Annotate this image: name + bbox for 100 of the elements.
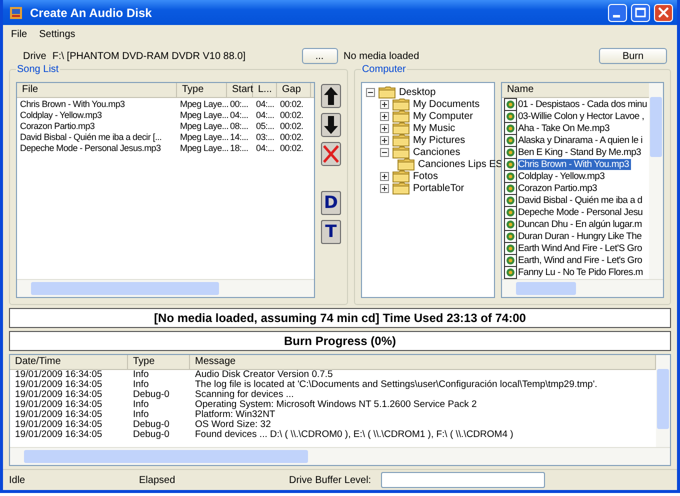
column-header[interactable]: Type — [128, 355, 190, 369]
column-header[interactable]: Type — [177, 83, 227, 97]
file-item[interactable]: Coldplay - Yellow.mp3 — [502, 170, 649, 182]
media-file-icon — [504, 254, 517, 266]
column-header[interactable]: Gap — [277, 83, 311, 97]
table-cell-text: Info — [132, 410, 149, 420]
column-header[interactable]: Name — [502, 83, 649, 98]
media-file-icon — [504, 230, 517, 242]
media-file-icon — [504, 182, 517, 194]
burn-button[interactable]: Burn — [599, 48, 667, 64]
expand-icon[interactable] — [380, 124, 389, 132]
app-icon — [9, 6, 23, 20]
column-header[interactable]: Date/Time — [10, 355, 128, 369]
delete-icon[interactable] — [320, 142, 341, 166]
up-arrow-icon[interactable] — [320, 84, 341, 108]
expand-icon[interactable] — [380, 112, 389, 120]
file-item[interactable]: 03-Willie Colon y Hector Lavoe , — [502, 110, 649, 122]
collapse-icon[interactable] — [366, 88, 375, 96]
folder-icon — [392, 181, 410, 195]
folder-icon — [392, 133, 410, 147]
table-cell-text: 18:... — [229, 143, 248, 154]
file-item[interactable]: 01 - Despistaos - Cada dos minu — [502, 98, 649, 110]
tree-item[interactable]: My Documents — [412, 98, 480, 110]
table-cell-text: 04:... — [255, 110, 274, 121]
file-item[interactable]: Earth Wind And Fire - Let'S Gro — [502, 242, 649, 254]
menu-item[interactable]: File — [7, 27, 32, 42]
group-title: Song List — [16, 64, 60, 75]
tree-item[interactable]: My Computer — [412, 110, 473, 122]
file-item[interactable]: Duran Duran - Hungry Like The — [502, 230, 649, 242]
table-cell-text: 04:... — [229, 110, 248, 121]
table-cell-text: Scanning for devices ... — [194, 390, 294, 400]
column-header[interactable]: File — [17, 83, 177, 97]
file-item[interactable]: Ben E King - Stand By Me.mp3 — [502, 146, 649, 158]
table-cell-text: Mpeg Laye... — [179, 99, 228, 110]
expand-icon[interactable] — [380, 184, 389, 192]
close-icon[interactable] — [654, 4, 673, 22]
table-cell-text: 19/01/2009 16:34:05 — [14, 370, 102, 380]
table-cell-text: Info — [132, 380, 149, 390]
table-cell-text: Info — [132, 400, 149, 410]
file-item[interactable]: Aha - Take On Me.mp3 — [502, 122, 649, 134]
tree-item[interactable]: Desktop — [398, 86, 436, 98]
file-item[interactable]: Depeche Mode - Personal Jesu — [502, 206, 649, 218]
file-item[interactable]: Alaska y Dinarama - A quien le i — [502, 134, 649, 146]
horizontal-scrollbar[interactable] — [10, 447, 670, 465]
table-cell-text: Info — [132, 370, 149, 380]
letter-button[interactable]: D — [320, 191, 341, 215]
folder-icon — [396, 157, 415, 171]
table-cell-text: 00:02. — [279, 99, 304, 110]
table-cell-text: 19/01/2009 16:34:05 — [14, 420, 102, 430]
file-item[interactable]: Fanny Lu - No Te Pido Flores.m — [502, 266, 649, 278]
table-cell-text: Depeche Mode - Personal Jesus.mp3 — [19, 143, 161, 154]
letter-button[interactable]: T — [320, 220, 341, 244]
minimize-icon[interactable] — [608, 4, 627, 22]
table-cell-text: 19/01/2009 16:34:05 — [14, 430, 102, 440]
tree-item[interactable]: My Pictures — [412, 134, 466, 146]
expand-icon[interactable] — [380, 100, 389, 108]
tree-item[interactable]: Canciones — [412, 146, 460, 158]
media-file-icon — [504, 122, 517, 134]
expand-icon[interactable] — [380, 136, 389, 144]
file-item[interactable]: Corazon Partio.mp3 — [502, 182, 649, 194]
status-text: Idle — [9, 474, 26, 486]
down-arrow-icon[interactable] — [320, 113, 341, 137]
file-item[interactable]: David Bisbal - Quién me iba a d — [502, 194, 649, 206]
horizontal-scrollbar[interactable] — [17, 279, 314, 297]
file-item[interactable]: Duncan Dhu - En algún lugar.m — [502, 218, 649, 230]
folder-icon — [378, 85, 396, 99]
table-cell-text: 04:... — [255, 143, 274, 154]
table-cell-text: 19/01/2009 16:34:05 — [14, 380, 102, 390]
maximize-icon[interactable] — [631, 4, 650, 22]
vertical-scrollbar[interactable] — [649, 83, 663, 279]
drive-name: F:\ [PHANTOM DVD-RAM DVDR V10 88.0] — [52, 50, 246, 62]
menu-item[interactable]: Settings — [35, 27, 80, 42]
table-cell-text: Mpeg Laye... — [179, 110, 228, 121]
media-file-icon — [504, 206, 517, 218]
folder-icon — [392, 145, 410, 159]
expand-icon[interactable] — [380, 172, 389, 180]
file-item[interactable]: Earth, Wind and Fire - Let's Gro — [502, 254, 649, 266]
table-cell-text: 00:... — [229, 99, 248, 110]
group-title: Computer — [360, 64, 407, 75]
table-cell-text: 05:... — [255, 121, 274, 132]
table-cell-text: David Bisbal - Quién me iba a decir [... — [19, 132, 162, 143]
column-header[interactable]: Start — [227, 83, 253, 97]
media-file-icon — [504, 266, 517, 278]
column-header[interactable]: L... — [253, 83, 277, 97]
horizontal-scrollbar[interactable] — [502, 279, 663, 297]
vertical-scrollbar[interactable] — [656, 355, 670, 447]
table-cell-text: 19/01/2009 16:34:05 — [14, 390, 102, 400]
tree-item[interactable]: PortableTor — [412, 182, 464, 194]
table-cell-text: 14:... — [229, 132, 248, 143]
tree-item[interactable]: Fotos — [412, 170, 438, 182]
table-cell-text: Mpeg Laye... — [179, 143, 228, 154]
browse-button[interactable]: ... — [302, 48, 338, 64]
table-cell-text: Operating System: Microsoft Windows NT 5.1.2600 Service Pack 2 — [194, 400, 477, 410]
tree-item[interactable]: My Music — [412, 122, 456, 134]
collapse-icon[interactable] — [380, 148, 389, 156]
table-cell-text: 08:... — [229, 121, 248, 132]
table-cell-text: 00:02. — [279, 132, 304, 143]
folder-icon — [392, 109, 410, 123]
table-cell-text: OS Word Size: 32 — [194, 420, 271, 430]
media-file-icon — [504, 158, 517, 170]
